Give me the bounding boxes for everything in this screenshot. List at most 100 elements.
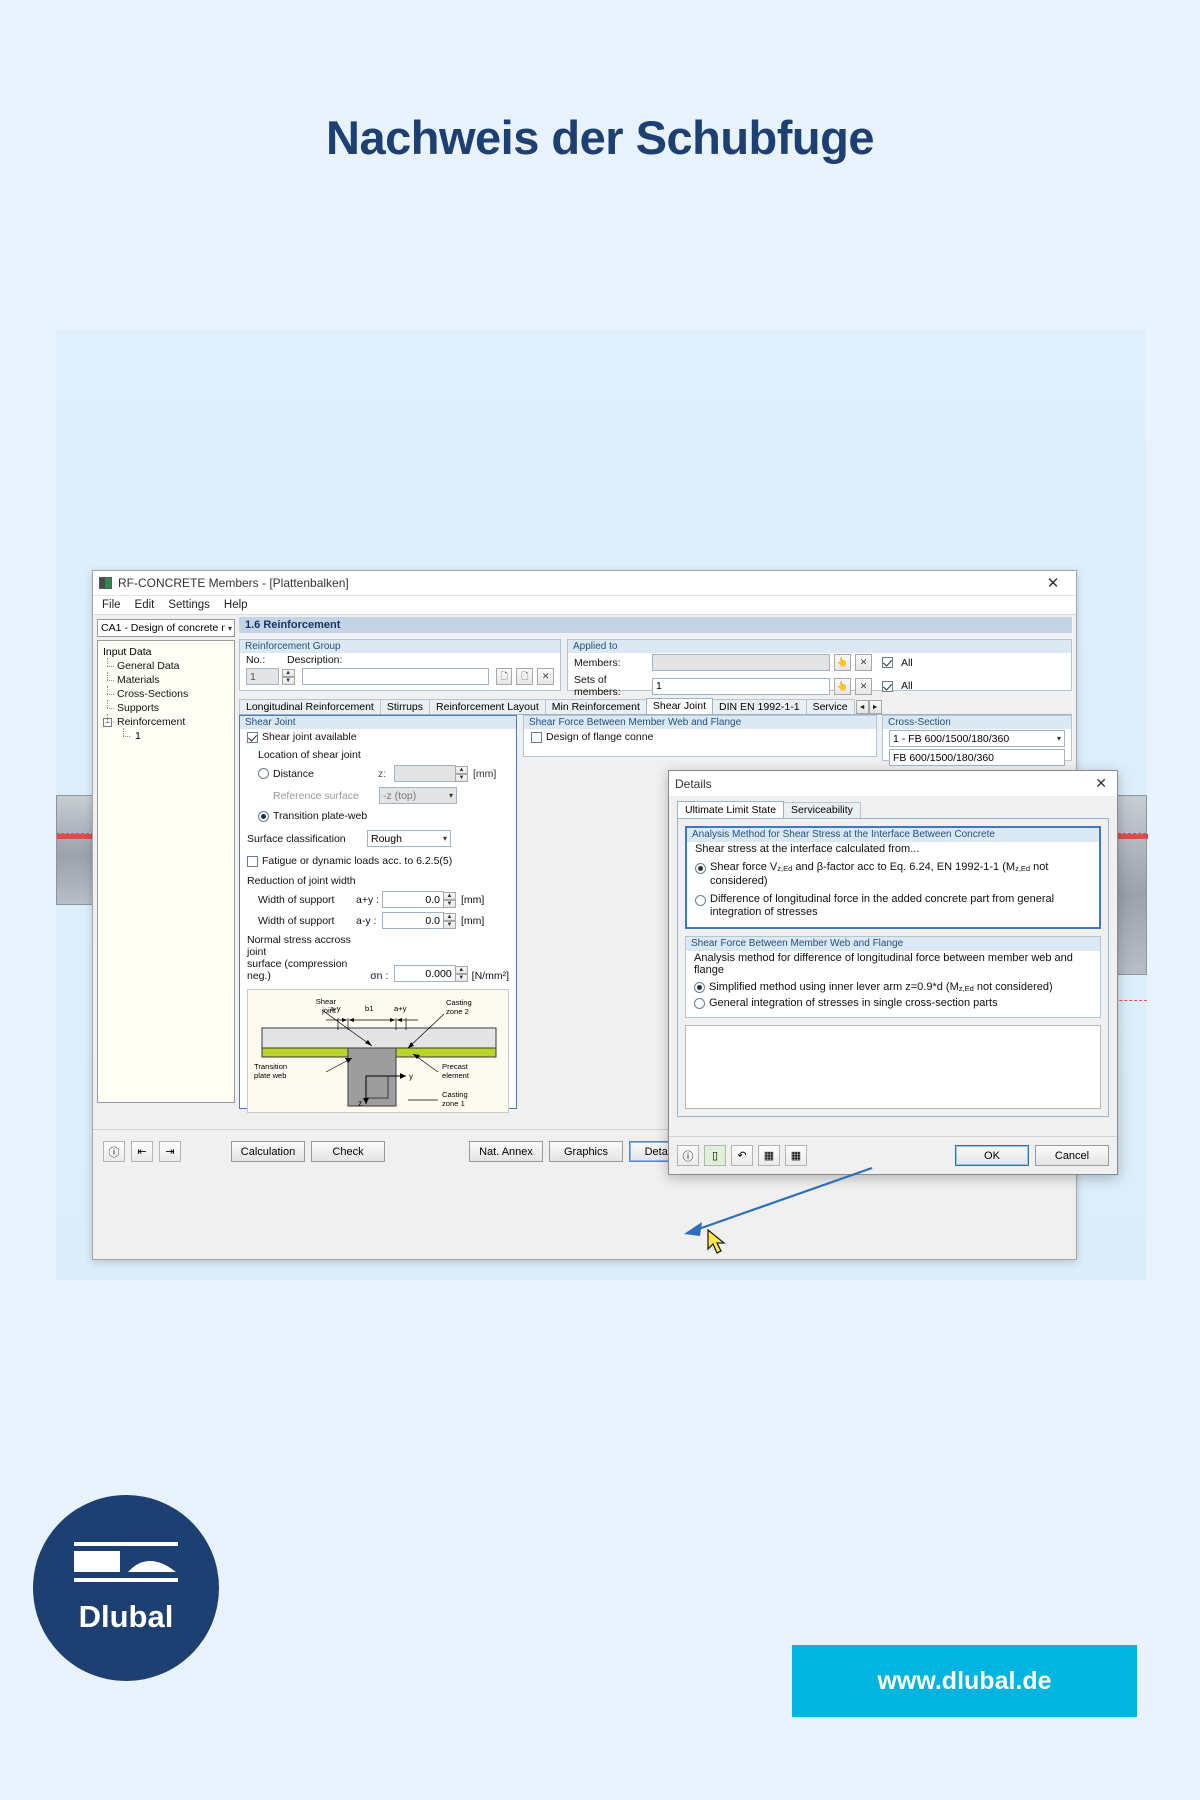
- close-icon[interactable]: ✕: [1095, 775, 1111, 792]
- graphics-button[interactable]: Graphics: [549, 1141, 623, 1162]
- new-group-icon[interactable]: 🗋: [495, 668, 513, 685]
- clear-sets-icon[interactable]: ✕: [855, 677, 872, 695]
- tab-serviceability[interactable]: Serviceability: [783, 802, 861, 818]
- tree-item-reinforcement[interactable]: − Reinforcement: [101, 714, 231, 729]
- normal-stress-input[interactable]: 0.000: [394, 965, 456, 982]
- tab-ultimate-limit-state[interactable]: Ultimate Limit State: [677, 801, 785, 818]
- tree-expander-icon[interactable]: −: [103, 718, 112, 727]
- normal-stress-symbol: σn :: [370, 970, 389, 982]
- flange-analysis-group: Shear Force Between Member Web and Flang…: [685, 936, 1101, 1018]
- shear-force-flange-legend: Shear Force Between Member Web and Flang…: [524, 716, 876, 729]
- group-no-stepper[interactable]: ▲ ▼: [281, 668, 295, 685]
- tab-scroll-left-icon[interactable]: ◄: [855, 700, 869, 714]
- cross-section-select[interactable]: 1 - FB 600/1500/180/360 ▾: [889, 730, 1065, 747]
- tree-item-general-data[interactable]: General Data: [101, 658, 231, 673]
- interface-option-2-line2: integration of stresses: [710, 906, 818, 918]
- interface-option-1[interactable]: Shear force Vz,Ed and β-factor acc to Eq…: [695, 861, 1091, 888]
- surface-classification-select[interactable]: Rough ▾: [367, 830, 451, 847]
- tab-reinforcement-layout[interactable]: Reinforcement Layout: [429, 699, 546, 714]
- width-support-minus-stepper[interactable]: ▲ ▼: [443, 912, 456, 929]
- dlubal-logo-mark: [74, 1541, 178, 1592]
- details-dialog-titlebar: Details ✕: [669, 771, 1117, 796]
- tree-item-cross-sections[interactable]: Cross-Sections: [101, 686, 231, 701]
- group-no-input[interactable]: 1: [246, 668, 279, 685]
- normal-stress-label-line2: surface (compression neg.): [247, 958, 348, 982]
- window-titlebar: RF-CONCRETE Members - [Plattenbalken] ✕: [93, 571, 1076, 596]
- section-title: 1.6 Reinforcement: [239, 617, 1072, 633]
- import-tool-icon[interactable]: ⇤: [131, 1141, 153, 1162]
- menu-item-file[interactable]: File: [102, 599, 121, 611]
- menu-item-help[interactable]: Help: [224, 599, 248, 611]
- width-support-minus-unit: [mm]: [461, 914, 485, 927]
- help-tool-icon[interactable]: ⓘ: [103, 1141, 125, 1162]
- shear-joint-available-checkbox[interactable]: [247, 731, 258, 743]
- window-title: RF-CONCRETE Members - [Plattenbalken]: [118, 576, 349, 590]
- width-support-minus-input[interactable]: 0.0: [382, 912, 444, 929]
- members-all-checkbox[interactable]: [882, 657, 893, 668]
- delete-group-icon[interactable]: ✕: [537, 668, 555, 685]
- tab-serviceability[interactable]: Service: [805, 699, 855, 714]
- reference-surface-value: -z (top): [383, 789, 417, 802]
- transition-plate-web-radio[interactable]: [258, 810, 269, 822]
- tree-item-materials[interactable]: Materials: [101, 672, 231, 687]
- flange-option-1[interactable]: Simplified method using inner lever arm …: [694, 981, 1092, 993]
- chevron-down-icon: ▾: [442, 834, 447, 843]
- menu-item-edit[interactable]: Edit: [135, 599, 155, 611]
- tab-stirrups[interactable]: Stirrups: [379, 699, 431, 714]
- tab-scroll-right-icon[interactable]: ►: [868, 700, 882, 714]
- website-url-box[interactable]: www.dlubal.de: [792, 1645, 1137, 1717]
- reinforcement-group-legend: Reinforcement Group: [240, 640, 560, 653]
- navigator-panel: CA1 - Design of concrete memb ▾ Input Da…: [93, 615, 239, 1129]
- tree-root-input-data[interactable]: Input Data: [101, 645, 231, 659]
- close-icon[interactable]: ✕: [1036, 574, 1070, 592]
- tree-item-reinforcement-label: Reinforcement: [117, 716, 186, 728]
- copy-group-icon[interactable]: 🗋: [516, 668, 534, 685]
- diagram-label-casting-zone-1: Casting zone 1: [442, 1090, 468, 1108]
- members-all-label: All: [901, 656, 913, 669]
- flange-option-1-radio[interactable]: [694, 981, 705, 993]
- distance-radio[interactable]: [258, 768, 269, 779]
- design-flange-connection-checkbox[interactable]: [531, 731, 542, 743]
- tab-min-reinforcement[interactable]: Min Reinforcement: [544, 699, 647, 714]
- width-support-plus-input[interactable]: 0.0: [382, 891, 444, 908]
- distance-stepper[interactable]: ▲ ▼: [455, 765, 468, 782]
- width-support-plus-stepper[interactable]: ▲ ▼: [443, 891, 456, 908]
- export-tool-icon[interactable]: ⇥: [159, 1141, 181, 1162]
- flange-option-2-label: General integration of stresses in singl…: [709, 997, 998, 1009]
- width-support-plus-symbol: a+y :: [356, 893, 380, 906]
- details-dialog: Details ✕ Ultimate Limit State Serviceab…: [668, 770, 1118, 1175]
- sets-all-checkbox[interactable]: [882, 680, 893, 692]
- check-button[interactable]: Check: [311, 1141, 385, 1162]
- distance-input[interactable]: [394, 765, 456, 782]
- details-cancel-button[interactable]: Cancel: [1035, 1145, 1109, 1166]
- interface-option-2-radio[interactable]: [695, 895, 706, 906]
- interface-option-2[interactable]: Difference of longitudinal force in the …: [695, 893, 1091, 919]
- mouse-cursor: [707, 1228, 726, 1254]
- pick-sets-icon[interactable]: 👆: [834, 677, 851, 695]
- normal-stress-stepper[interactable]: ▲ ▼: [454, 966, 468, 982]
- tab-scroll-buttons: ◄ ►: [855, 700, 882, 714]
- pick-members-icon[interactable]: 👆: [834, 654, 851, 671]
- tab-din-en-1992-1-1[interactable]: DIN EN 1992-1-1: [712, 699, 807, 714]
- design-case-value: CA1 - Design of concrete memb: [101, 622, 225, 634]
- tab-shear-joint[interactable]: Shear Joint: [645, 698, 714, 714]
- details-empty-area: [685, 1025, 1101, 1109]
- nat-annex-button[interactable]: Nat. Annex: [469, 1141, 543, 1162]
- flange-option-2-radio[interactable]: [694, 997, 705, 1009]
- interface-option-1-radio[interactable]: [695, 863, 706, 874]
- clear-members-icon[interactable]: ✕: [855, 654, 872, 671]
- calculation-button[interactable]: Calculation: [231, 1141, 305, 1162]
- reference-surface-label: Reference surface: [273, 789, 359, 802]
- fatigue-loads-checkbox[interactable]: [247, 855, 258, 867]
- reference-surface-select[interactable]: -z (top) ▾: [379, 787, 457, 804]
- tab-longitudinal-reinforcement[interactable]: Longitudinal Reinforcement: [239, 699, 381, 714]
- tree-item-reinforcement-1[interactable]: 1: [101, 728, 231, 743]
- design-case-selector[interactable]: CA1 - Design of concrete memb ▾: [97, 619, 235, 637]
- details-ok-button[interactable]: OK: [955, 1145, 1029, 1166]
- sets-input[interactable]: 1: [652, 677, 830, 695]
- members-input[interactable]: [652, 654, 830, 671]
- tree-item-supports[interactable]: Supports: [101, 700, 231, 715]
- group-description-input[interactable]: [301, 668, 489, 685]
- menu-item-settings[interactable]: Settings: [168, 599, 210, 611]
- flange-option-2[interactable]: General integration of stresses in singl…: [694, 997, 1092, 1009]
